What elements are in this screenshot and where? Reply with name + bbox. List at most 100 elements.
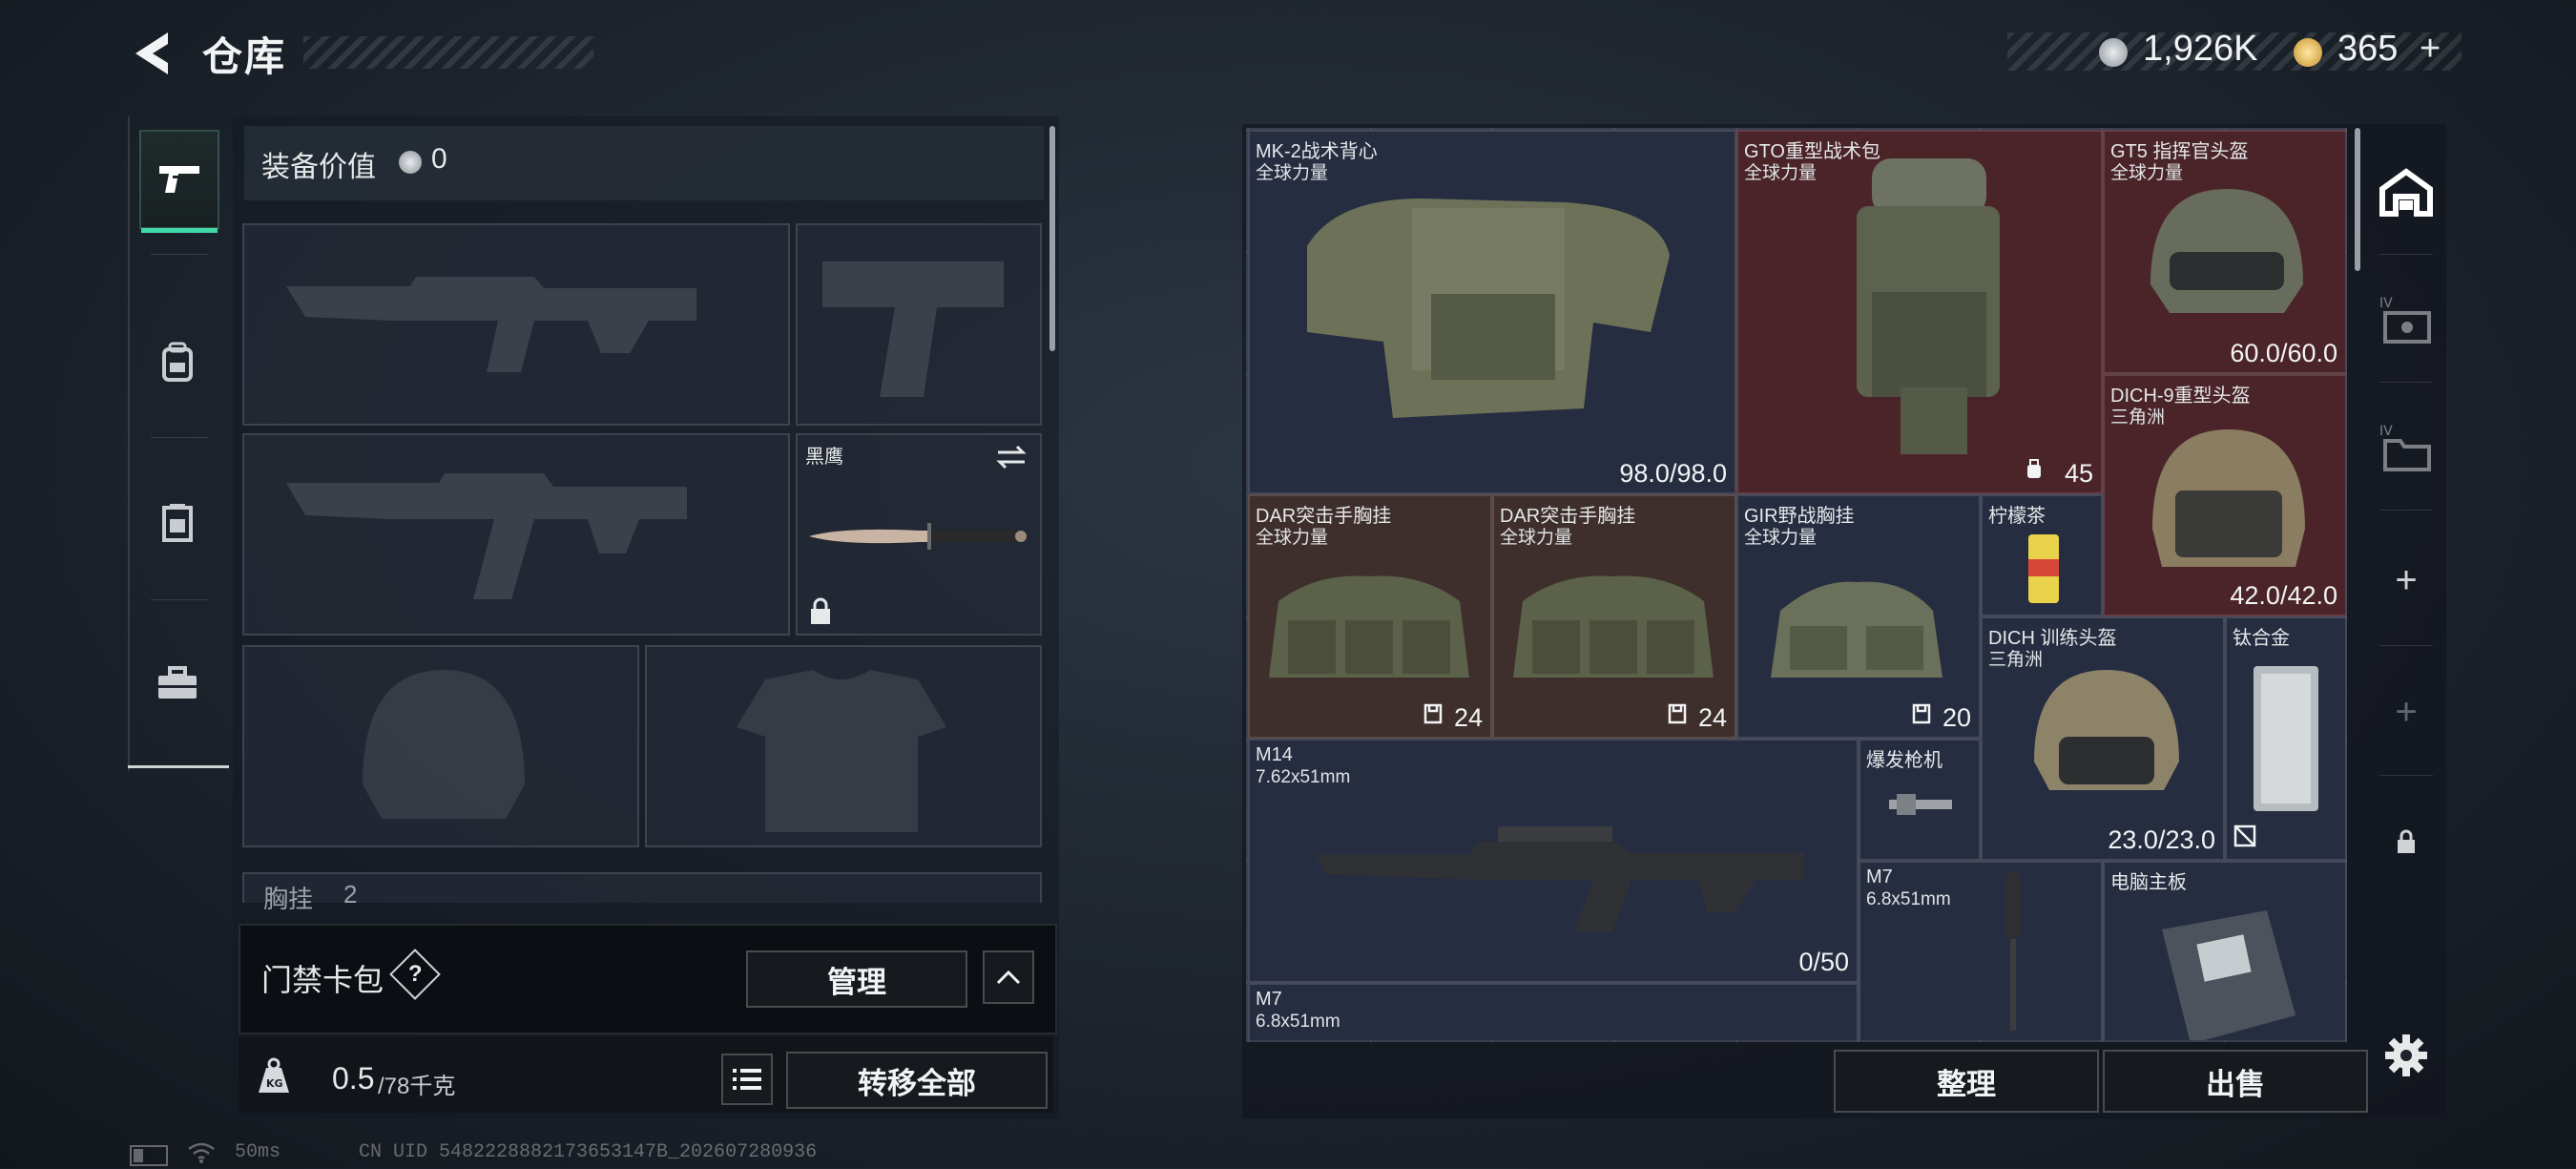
page-title: 仓库 <box>202 34 287 79</box>
svg-text:KG: KG <box>266 1077 283 1090</box>
swap-icon[interactable] <box>994 443 1028 471</box>
helmet-icon <box>2034 670 2179 790</box>
tactical-vest-icon <box>1307 198 1670 418</box>
uid-text: CN UID 5482228882173653147B_202607280936 <box>359 1141 818 1163</box>
item-origin: 全球力量 <box>1744 528 1818 548</box>
secondary-weapon-slot[interactable] <box>242 433 790 636</box>
stash-page-2[interactable]: IV <box>2372 286 2441 355</box>
item-name: M7 <box>1256 989 1282 1010</box>
stash-item-lemon-tea[interactable]: 柠檬茶 <box>1981 494 2103 616</box>
item-name: 爆发枪机 <box>1866 750 1942 771</box>
tab-case[interactable] <box>139 636 216 731</box>
tab-backpack[interactable] <box>139 315 216 410</box>
item-caliber: 7.62x51mm <box>1256 767 1351 787</box>
helmet-slot[interactable] <box>242 645 639 847</box>
stash-item-backpack[interactable]: GTO重型战术包 全球力量 45 <box>1736 130 2103 494</box>
capacity-icon <box>1668 703 1687 729</box>
add-stash-page-disabled[interactable]: + <box>2372 678 2441 746</box>
item-caliber: 6.8x51mm <box>1866 889 1951 909</box>
silver-coin-icon <box>2099 38 2128 67</box>
pistol-silhouette-icon <box>822 261 1004 397</box>
item-name: 柠檬茶 <box>1988 506 2046 527</box>
stash-scrollbar[interactable] <box>2355 128 2360 271</box>
helmet-icon <box>2150 189 2303 313</box>
svg-text:IV: IV <box>2379 296 2393 311</box>
section-count: 2 <box>343 880 358 908</box>
ping-text: 50ms <box>235 1141 281 1163</box>
gold-coin-icon <box>2294 38 2322 67</box>
weight-value: 0.5 <box>332 1061 375 1096</box>
item-ammo: 0/50 <box>1798 948 1849 976</box>
stash-page-3[interactable]: IV <box>2372 414 2441 483</box>
stash-item-rifle-m7[interactable]: M7 6.8x51mm <box>1248 983 1859 1040</box>
item-origin: 全球力量 <box>2110 163 2184 183</box>
back-button[interactable] <box>126 27 183 80</box>
list-view-button[interactable] <box>721 1054 773 1105</box>
item-durability: 42.0/42.0 <box>2230 581 2337 610</box>
stash-item-titanium[interactable]: 钛合金 <box>2225 616 2345 861</box>
side-divider <box>2379 510 2433 511</box>
item-durability: 23.0/23.0 <box>2108 825 2215 854</box>
item-caliber: 6.8x51mm <box>1256 1012 1340 1032</box>
armor-slot[interactable] <box>645 645 1042 847</box>
suppressor-icon <box>2005 872 2021 1031</box>
tab-divider <box>151 254 208 255</box>
sidearm-slot[interactable] <box>796 223 1042 426</box>
stash-item-burst-bolt[interactable]: 爆发枪机 <box>1859 739 1981 861</box>
stash-item-motherboard[interactable]: 电脑主板 <box>2103 861 2345 1040</box>
stash-item-rifle-m14[interactable]: M14 7.62x51mm 0/50 <box>1248 739 1859 983</box>
folder-icon: IV <box>2379 424 2431 471</box>
list-icon <box>733 1069 761 1090</box>
equipment-value: 0 <box>431 143 447 175</box>
currency-gold: 365 <box>2337 29 2399 69</box>
armor-silhouette-icon <box>737 670 946 832</box>
locked-stash-page[interactable] <box>2372 807 2441 876</box>
stash-item-helmet-gt5[interactable]: GT5 指挥官头盔 全球力量 60.0/60.0 <box>2103 130 2345 374</box>
equipment-scrollbar[interactable] <box>1049 126 1055 351</box>
sort-button[interactable]: 整理 <box>1834 1050 2099 1113</box>
stash-item-chest-rig[interactable]: DAR突击手胸挂 全球力量 24 <box>1492 494 1736 739</box>
tab-firearm[interactable] <box>139 130 219 233</box>
storage-box-icon: IV <box>2379 296 2431 344</box>
knife-icon <box>809 523 1027 550</box>
drink-can-icon <box>2028 534 2059 603</box>
backpack-item-icon <box>1857 158 2000 454</box>
chevron-up-icon <box>996 970 1021 985</box>
stash-item-m7-suppressor[interactable]: M7 6.8x51mm <box>1859 861 2103 1040</box>
primary-weapon-slot[interactable] <box>242 223 790 426</box>
stash-item-vest[interactable]: MK-2战术背心 全球力量 98.0/98.0 <box>1248 130 1736 494</box>
gear-icon <box>2385 1034 2427 1076</box>
item-capacity: 24 <box>1697 703 1727 732</box>
wifi-icon <box>187 1141 216 1169</box>
stash-item-helmet-dich-training[interactable]: DICH 训练头盔 三角洲 23.0/23.0 <box>1981 616 2225 861</box>
metal-plate-icon <box>2254 666 2318 811</box>
rifle-icon <box>1317 826 1803 931</box>
stash-item-chest-rig[interactable]: GIR野战胸挂 全球力量 20 <box>1736 494 1981 739</box>
melee-slot[interactable]: 黑鹰 <box>796 433 1042 636</box>
rifle-silhouette-icon <box>286 473 687 599</box>
helmet-icon <box>2152 429 2305 567</box>
item-capacity: 24 <box>1453 703 1483 732</box>
tab-chest-rig[interactable] <box>139 475 216 571</box>
side-divider <box>2379 382 2433 383</box>
settings-button[interactable] <box>2372 1021 2441 1090</box>
collapse-button[interactable] <box>983 950 1034 1004</box>
not-sellable-icon <box>2233 824 2257 853</box>
weight-max: /78千克 <box>378 1074 456 1099</box>
stash-page-main[interactable] <box>2372 158 2441 227</box>
back-arrow-icon <box>135 32 168 74</box>
tab-divider <box>151 437 208 438</box>
stash-item-chest-rig[interactable]: DAR突击手胸挂 全球力量 24 <box>1248 494 1492 739</box>
stash-item-helmet-dich9[interactable]: DICH-9重型头盔 三角洲 42.0/42.0 <box>2103 374 2345 616</box>
sell-button[interactable]: 出售 <box>2103 1050 2368 1113</box>
add-stash-page-button[interactable]: + <box>2372 546 2441 615</box>
side-divider <box>2379 775 2433 776</box>
manage-button[interactable]: 管理 <box>746 950 967 1008</box>
weight-icon: KG <box>250 1052 298 1099</box>
item-origin: 全球力量 <box>1256 528 1329 548</box>
rifle-silhouette-icon <box>286 277 696 372</box>
backpack-icon <box>162 342 193 382</box>
backpack-capacity-icon <box>2025 459 2044 485</box>
transfer-all-button[interactable]: 转移全部 <box>786 1052 1048 1109</box>
add-currency-button[interactable]: + <box>2420 29 2441 70</box>
